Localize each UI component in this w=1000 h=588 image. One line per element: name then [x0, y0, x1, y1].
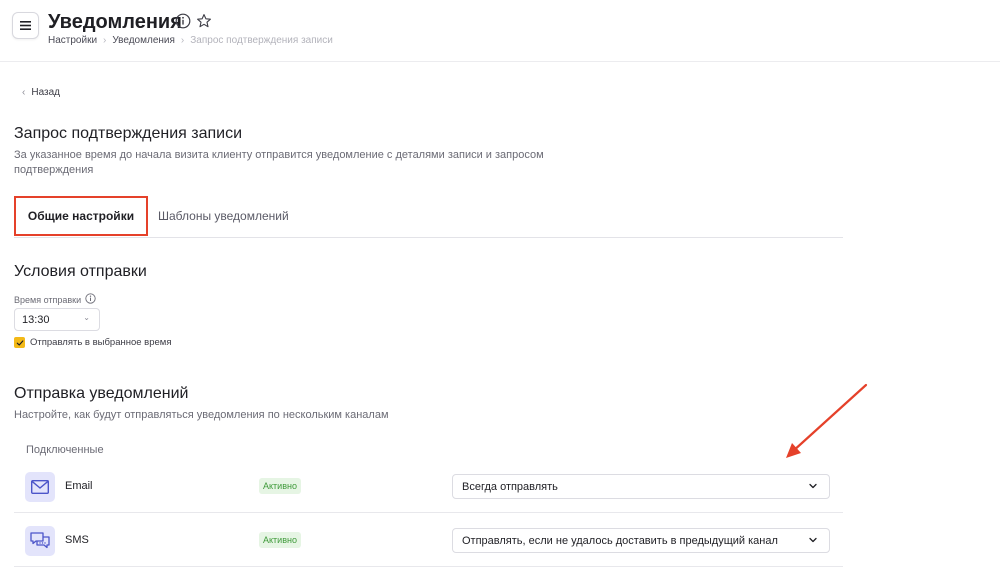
breadcrumb-settings[interactable]: Настройки	[48, 35, 97, 47]
channel-name: Email	[65, 480, 93, 492]
send-mode-value: Всегда отправлять	[462, 480, 558, 493]
status-badge: Активно	[259, 532, 301, 548]
envelope-icon	[25, 472, 55, 502]
check-icon	[16, 339, 23, 346]
channel-row-sms: SMS Активно Отправлять, если не удалось …	[14, 515, 843, 567]
connected-label: Подключенные	[26, 444, 104, 456]
tab-general-settings[interactable]: Общие настройки	[14, 196, 148, 236]
checkbox-label: Отправлять в выбранное время	[30, 337, 172, 348]
status-badge: Активно	[259, 478, 301, 494]
back-label: Назад	[31, 87, 60, 98]
menu-icon	[20, 21, 31, 30]
back-link[interactable]: ‹ Назад	[22, 87, 60, 98]
send-at-time-checkbox[interactable]	[14, 337, 25, 348]
chevron-right-icon: ›	[103, 35, 107, 46]
breadcrumb-current: Запрос подтверждения записи	[190, 35, 333, 46]
time-label: Время отправки	[14, 293, 96, 306]
annotation-arrow-icon	[786, 383, 868, 458]
notifications-title: Отправка уведомлений	[14, 385, 189, 402]
send-at-time-checkbox-row[interactable]: Отправлять в выбранное время	[14, 337, 171, 348]
menu-button[interactable]	[12, 12, 39, 39]
conditions-title: Условия отправки	[14, 263, 147, 280]
send-mode-value: Отправлять, если не удалось доставить в …	[462, 534, 778, 547]
time-label-text: Время отправки	[14, 294, 82, 305]
chevron-down-icon: ⌄	[83, 313, 90, 322]
section-title: Запрос подтверждения записи	[14, 125, 243, 142]
channel-name: SMS	[65, 534, 89, 546]
send-mode-select[interactable]: Всегда отправлять	[452, 474, 830, 499]
info-icon[interactable]	[85, 293, 96, 306]
time-value: 13:30	[22, 313, 50, 326]
page-header: Уведомления Настройки › Уведомления › За…	[0, 0, 1000, 62]
page-title: Уведомления	[48, 11, 182, 33]
star-icon[interactable]	[196, 13, 212, 29]
chevron-down-icon	[808, 535, 818, 548]
notifications-description: Настройте, как будут отправляться уведом…	[14, 409, 389, 421]
breadcrumb: Настройки › Уведомления › Запрос подтвер…	[48, 35, 333, 47]
chevron-down-icon	[808, 481, 818, 494]
breadcrumb-notifications[interactable]: Уведомления	[112, 35, 175, 47]
channel-row-email: Email Активно Всегда отправлять	[14, 461, 843, 513]
tab-notification-templates[interactable]: Шаблоны уведомлений	[158, 196, 289, 236]
section-description: За указанное время до начала визита клие…	[14, 149, 544, 176]
chevron-left-icon: ‹	[22, 87, 26, 98]
time-select[interactable]: 13:30 ⌄	[14, 308, 100, 331]
chat-icon	[25, 526, 55, 556]
info-icon[interactable]	[175, 13, 191, 29]
tabs: Общие настройки Шаблоны уведомлений	[14, 196, 843, 238]
send-mode-select[interactable]: Отправлять, если не удалось доставить в …	[452, 528, 830, 553]
chevron-right-icon: ›	[180, 35, 185, 46]
